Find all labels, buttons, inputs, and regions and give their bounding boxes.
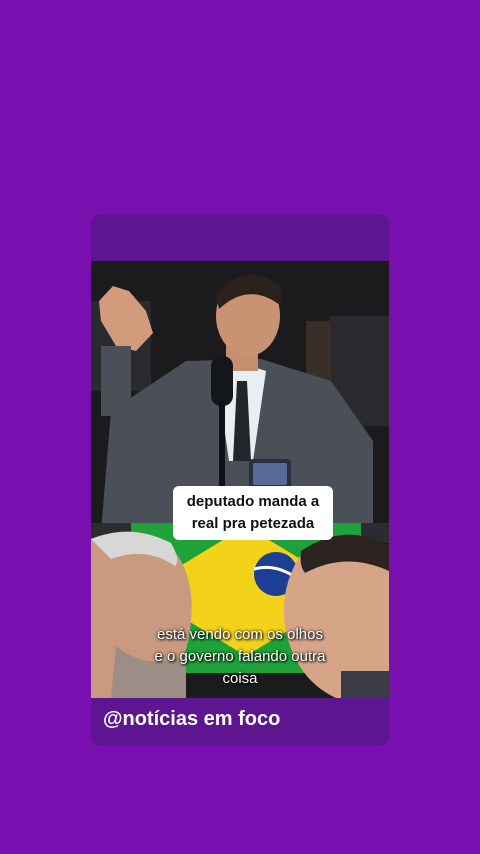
card-footer: @notícias em foco bbox=[91, 698, 389, 746]
story-card[interactable]: deputado manda a real pra petezada está … bbox=[91, 214, 389, 746]
video-frame[interactable]: deputado manda a real pra petezada está … bbox=[91, 261, 389, 698]
video-subtitle: está vendo com os olhos e o governo fala… bbox=[154, 626, 326, 687]
card-header-bar bbox=[91, 214, 389, 261]
caption-text: deputado manda a real pra petezada bbox=[186, 493, 320, 532]
caption-box: deputado manda a real pra petezada bbox=[173, 486, 333, 540]
account-handle[interactable]: @notícias em foco bbox=[103, 708, 280, 731]
phone-icon bbox=[249, 459, 291, 489]
